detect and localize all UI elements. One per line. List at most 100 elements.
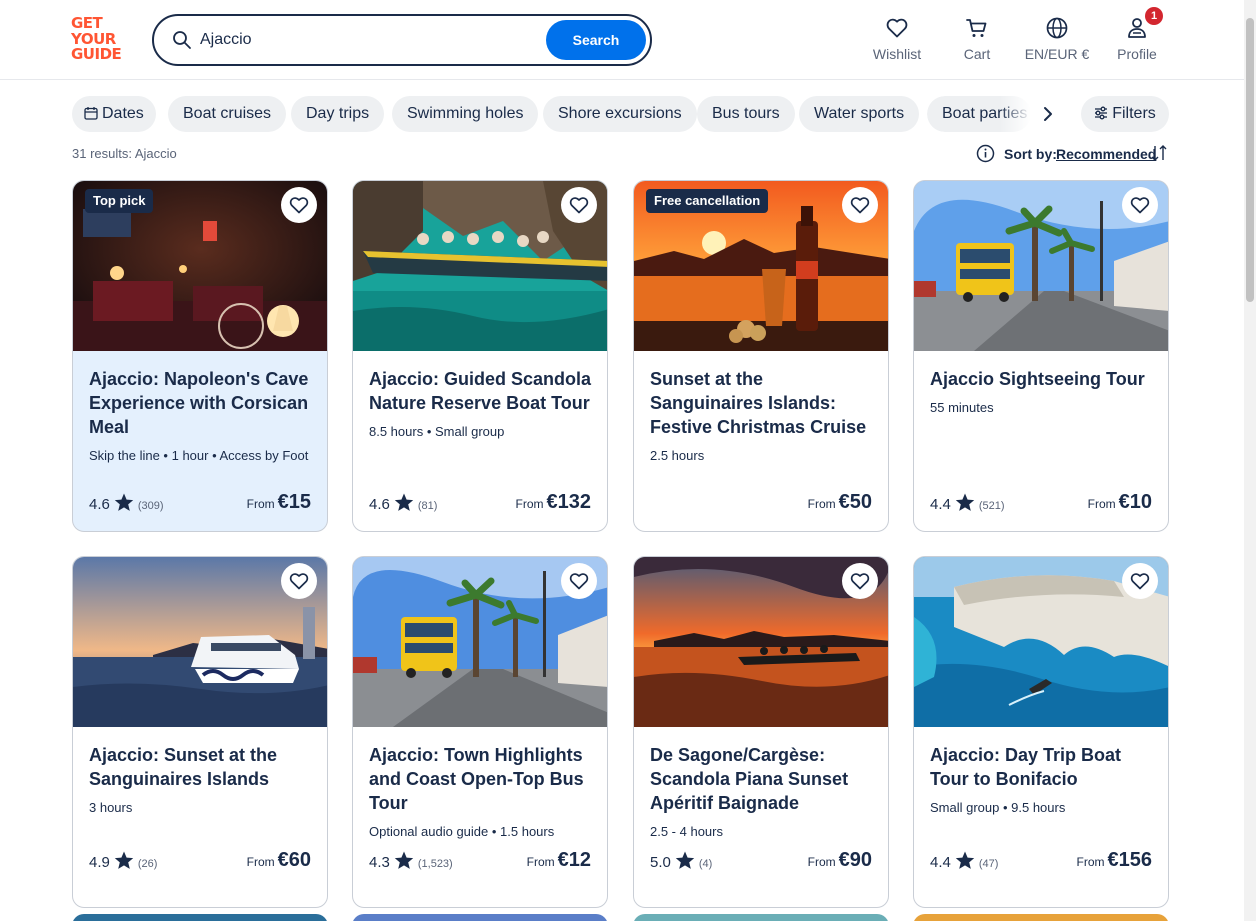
chip-shore-excursions[interactable]: Shore excursions	[543, 96, 697, 132]
activity-meta: 2.5 - 4 hours	[650, 824, 723, 839]
activity-title[interactable]: Ajaccio: Town Highlights and Coast Open-…	[369, 743, 595, 815]
activity-meta: 55 minutes	[930, 400, 994, 415]
activity-card[interactable]: Top pick Ajaccio: Napoleon's Cave Experi…	[72, 180, 328, 532]
activity-rating: 5.0 (4)	[650, 851, 712, 873]
search-bar: Search	[152, 14, 652, 66]
review-count: (1,523)	[417, 858, 453, 870]
review-count: (4)	[698, 858, 713, 870]
next-card-preview[interactable]	[352, 914, 608, 921]
activity-title[interactable]: Ajaccio: Napoleon's Cave Experience with…	[89, 367, 315, 439]
activity-price: From €132	[515, 491, 592, 513]
notification-badge: 1	[1145, 7, 1163, 25]
heart-icon	[569, 573, 589, 590]
review-count: (81)	[417, 500, 438, 512]
activity-card[interactable]: Ajaccio Sightseeing Tour 55 minutes 4.4 (…	[913, 180, 1169, 532]
activity-meta: Skip the line • 1 hour • Access by Foot	[89, 448, 309, 463]
nav-language-currency[interactable]: EN/EUR €	[1017, 16, 1097, 64]
sort-arrows-icon[interactable]	[1151, 144, 1167, 162]
nav-profile[interactable]: Profile 1	[1107, 7, 1167, 64]
activity-card[interactable]: De Sagone/Cargèse: Scandola Piana Sunset…	[633, 556, 889, 908]
sort-label: Sort by:	[1004, 146, 1057, 162]
star-icon	[675, 851, 695, 869]
activity-card[interactable]: Free cancellation Sunset at the Sanguina…	[633, 180, 889, 532]
wishlist-button[interactable]	[281, 187, 317, 223]
rating-value: 4.9	[89, 854, 110, 871]
heart-icon	[1130, 573, 1150, 590]
wishlist-button[interactable]	[842, 187, 878, 223]
sort-control[interactable]: Sort by: Recommended	[976, 144, 1171, 164]
chip-bus-tours[interactable]: Bus tours	[697, 96, 795, 132]
activity-price: From €50	[807, 491, 872, 513]
chevron-right-icon[interactable]	[1036, 103, 1060, 125]
rating-value: 4.6	[89, 496, 110, 513]
wishlist-button[interactable]	[561, 563, 597, 599]
activity-price: From €15	[246, 491, 311, 513]
filters-button[interactable]: Filters	[1081, 96, 1169, 132]
activity-card[interactable]: Ajaccio: Town Highlights and Coast Open-…	[352, 556, 608, 908]
search-button[interactable]: Search	[546, 20, 646, 60]
scrollbar-thumb[interactable]	[1246, 18, 1254, 302]
nav-wishlist[interactable]: Wishlist	[867, 16, 927, 64]
star-icon	[394, 493, 414, 511]
chip-swimming-holes[interactable]: Swimming holes	[392, 96, 539, 132]
rating-value: 4.6	[369, 496, 390, 513]
nav-profile-label: Profile	[1117, 46, 1157, 62]
review-count: (26)	[137, 858, 158, 870]
activity-title[interactable]: Ajaccio: Day Trip Boat Tour to Bonifacio	[930, 743, 1156, 791]
top-pick-badge: Top pick	[85, 189, 154, 213]
rating-value: 4.4	[930, 854, 951, 871]
next-card-preview[interactable]	[633, 914, 889, 921]
activity-meta: 2.5 hours	[650, 448, 705, 463]
cart-icon	[966, 19, 987, 37]
wishlist-button[interactable]	[281, 563, 317, 599]
globe-icon	[1046, 17, 1068, 39]
activity-card[interactable]: Ajaccio: Sunset at the Sanguinaires Isla…	[72, 556, 328, 908]
wishlist-button[interactable]	[842, 563, 878, 599]
activity-card[interactable]: Ajaccio: Day Trip Boat Tour to Bonifacio…	[913, 556, 1169, 908]
nav-cart[interactable]: Cart	[952, 16, 1002, 64]
activity-rating: 4.3 (1,523)	[369, 851, 453, 873]
page-scrollbar[interactable]	[1244, 0, 1256, 921]
getyourguide-logo[interactable]: GET YOUR GUIDE	[71, 15, 131, 64]
wishlist-button[interactable]	[561, 187, 597, 223]
star-icon	[114, 493, 134, 511]
heart-icon	[569, 197, 589, 214]
sliders-icon	[1095, 106, 1108, 120]
wishlist-button[interactable]	[1122, 563, 1158, 599]
results-count: 31 results: Ajaccio	[72, 146, 177, 161]
star-icon	[114, 851, 134, 869]
heart-icon	[289, 197, 309, 214]
activity-title[interactable]: Ajaccio: Sunset at the Sanguinaires Isla…	[89, 743, 315, 791]
next-card-preview[interactable]	[913, 914, 1169, 921]
activity-title[interactable]: De Sagone/Cargèse: Scandola Piana Sunset…	[650, 743, 876, 815]
activity-rating: 4.4 (521)	[930, 493, 1005, 515]
activity-title[interactable]: Ajaccio Sightseeing Tour	[930, 367, 1156, 391]
free-cancellation-badge: Free cancellation	[646, 189, 769, 213]
calendar-icon	[84, 107, 98, 120]
rating-value: 4.3	[369, 854, 390, 871]
review-count: (521)	[978, 500, 1005, 512]
wishlist-button[interactable]	[1122, 187, 1158, 223]
rating-value: 4.4	[930, 496, 951, 513]
activity-meta: 8.5 hours • Small group	[369, 424, 505, 439]
activity-rating: 4.9 (26)	[89, 851, 157, 873]
sort-value[interactable]: Recommended	[1056, 146, 1156, 162]
chip-dates[interactable]: Dates	[72, 96, 156, 132]
chip-water-sports[interactable]: Water sports	[799, 96, 920, 132]
search-icon	[173, 31, 191, 49]
activity-rating: 4.6 (81)	[369, 493, 437, 515]
info-icon[interactable]	[976, 144, 995, 163]
chip-day-trips[interactable]: Day trips	[291, 96, 385, 132]
site-header: GET YOUR GUIDE Search Wishlist Cart EN/E…	[0, 0, 1256, 80]
activity-title[interactable]: Sunset at the Sanguinaires Islands: Fest…	[650, 367, 876, 439]
nav-cart-label: Cart	[963, 46, 991, 62]
activity-meta: Optional audio guide • 1.5 hours	[369, 824, 555, 839]
activity-card[interactable]: Ajaccio: Guided Scandola Nature Reserve …	[352, 180, 608, 532]
next-card-preview[interactable]	[72, 914, 328, 921]
chip-boat-parties[interactable]: Boat parties	[927, 96, 1031, 132]
activity-title[interactable]: Ajaccio: Guided Scandola Nature Reserve …	[369, 367, 595, 415]
rating-value: 5.0	[650, 854, 671, 871]
heart-icon	[850, 573, 870, 590]
chip-boat-cruises[interactable]: Boat cruises	[168, 96, 287, 132]
search-input[interactable]	[200, 26, 530, 54]
